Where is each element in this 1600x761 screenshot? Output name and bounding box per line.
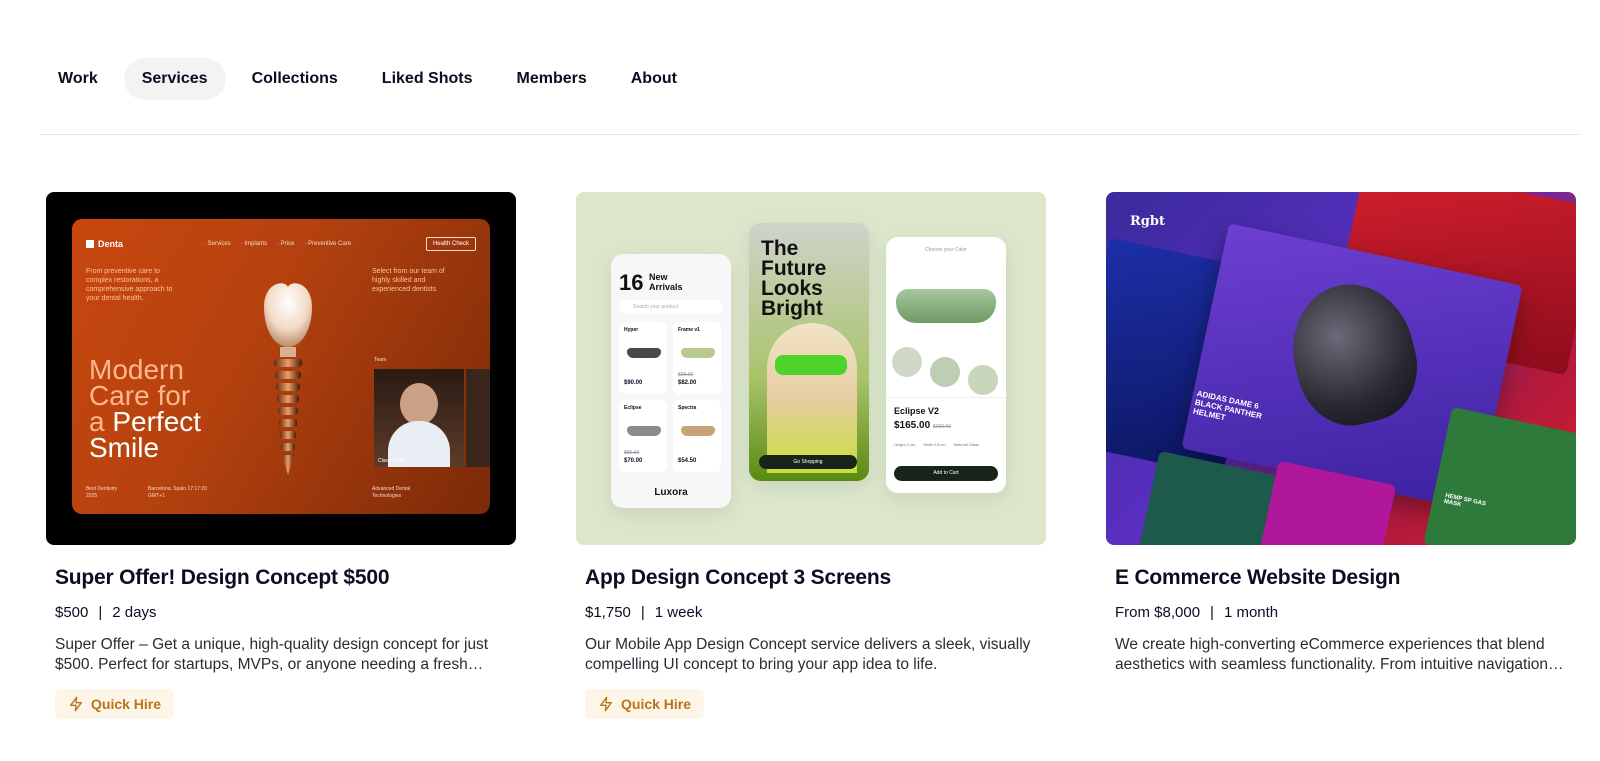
service-card: Denta · Services · Implants · Price · Prev…: [46, 192, 516, 719]
preview-headline: Modern Care for a Perfect Smile: [89, 354, 202, 463]
tab-services[interactable]: Services: [123, 58, 226, 100]
service-price: From $8,000: [1115, 604, 1201, 621]
lightning-icon: [600, 696, 612, 712]
tab-members[interactable]: Members: [498, 58, 604, 100]
health-check-button: Health Check: [425, 237, 476, 251]
service-description: We create high-converting eCommerce expe…: [1115, 636, 1549, 673]
service-description: Super Offer – Get a unique, high-quality…: [55, 636, 489, 673]
service-thumbnail-dental[interactable]: Denta · Services · Implants · Price · Prev…: [46, 192, 516, 545]
service-thumbnail-app[interactable]: 16 New Arrivals Search your product Hype…: [576, 192, 1046, 545]
preview-footer-3: Advanced Dental Technologies: [372, 486, 411, 499]
tabs-divider: [40, 134, 1580, 135]
rgbt-logo: Rgbt: [1130, 214, 1165, 229]
phone-screen-hero: The Future Looks Bright Go Shopping: [749, 223, 869, 481]
meta-separator: |: [640, 604, 645, 621]
preview-nav: · Services · Implants · Price · Preventive…: [204, 241, 352, 247]
service-description: Our Mobile App Design Concept service de…: [585, 636, 1031, 673]
tab-collections[interactable]: Collections: [234, 58, 356, 100]
service-card: Rgbt ADIDAS DAME 6 BLACK PANTHER HELMET …: [1106, 192, 1576, 719]
service-thumbnail-ecommerce[interactable]: Rgbt ADIDAS DAME 6 BLACK PANTHER HELMET …: [1106, 192, 1576, 545]
tooth-implant-image: [264, 283, 312, 475]
quick-hire-badge[interactable]: Quick Hire: [55, 689, 175, 719]
service-duration: 2 days: [112, 604, 157, 621]
service-duration: 1 week: [654, 604, 703, 621]
service-card: 16 New Arrivals Search your product Hype…: [576, 192, 1046, 719]
dentist-photo-2: [466, 369, 490, 467]
intro-text: From preventive care to complex restorat…: [86, 268, 173, 302]
tab-about[interactable]: About: [613, 58, 695, 100]
services-grid: Denta · Services · Implants · Price · Prev…: [46, 192, 1576, 719]
preview-footer-1: Best Dentistry 2025: [86, 486, 118, 499]
lightning-icon: [70, 696, 82, 712]
service-meta: From $8,000 | 1 month: [1115, 604, 1576, 621]
dental-site-preview: Denta · Services · Implants · Price · Prev…: [72, 219, 490, 514]
meta-separator: |: [1210, 604, 1214, 621]
service-price: $1,750: [585, 604, 631, 621]
luxora-brand: Luxora: [654, 487, 688, 498]
tab-work[interactable]: Work: [40, 58, 116, 100]
service-meta: $500 | 2 days: [55, 604, 516, 621]
service-duration: 1 month: [1223, 604, 1279, 621]
team-text: Select from our team of highly skilled a…: [372, 268, 445, 293]
denta-logo: Denta: [86, 239, 123, 249]
phone-screen-arrivals: 16 New Arrivals Search your product Hype…: [611, 254, 731, 508]
tab-liked-shots[interactable]: Liked Shots: [364, 58, 491, 100]
dentist-photo: Team Clara Dallins: [374, 357, 464, 467]
quick-hire-badge[interactable]: Quick Hire: [585, 689, 705, 719]
phone-screen-product: Choose your Color Eclipse V2 $165.00 $20…: [886, 237, 1006, 493]
service-price: $500: [55, 604, 89, 621]
service-title[interactable]: App Design Concept 3 Screens: [585, 566, 1046, 590]
meta-separator: |: [98, 604, 103, 621]
service-meta: $1,750 | 1 week: [585, 604, 1046, 621]
service-title[interactable]: E Commerce Website Design: [1115, 566, 1576, 590]
service-title[interactable]: Super Offer! Design Concept $500: [55, 566, 516, 590]
profile-tabs: Work Services Collections Liked Shots Me…: [40, 58, 695, 100]
preview-footer-2: Barcelona, Spain 17:17:20 GMT+1: [148, 486, 207, 499]
